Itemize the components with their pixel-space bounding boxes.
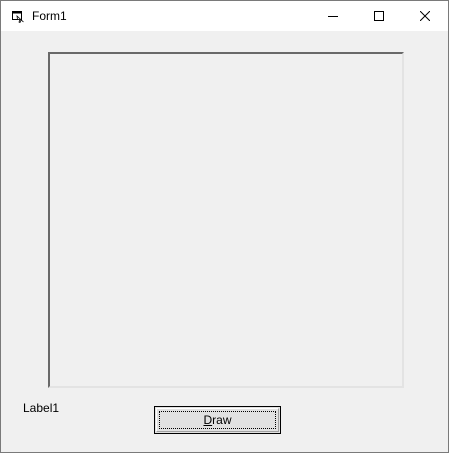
minimize-icon	[328, 16, 338, 17]
form1-window: Form1 Label1 Draw	[0, 0, 449, 453]
draw-button-label-rest: raw	[212, 413, 232, 427]
picture-box[interactable]	[48, 52, 404, 388]
maximize-icon	[374, 11, 384, 21]
label1: Label1	[23, 401, 60, 415]
close-button[interactable]	[402, 1, 448, 31]
close-icon	[420, 11, 430, 21]
minimize-button[interactable]	[310, 1, 356, 31]
draw-button[interactable]: Draw	[154, 406, 281, 434]
window-title: Form1	[32, 9, 67, 23]
maximize-button[interactable]	[356, 1, 402, 31]
draw-button-label: Draw	[203, 413, 231, 427]
draw-button-focus-rect: Draw	[159, 411, 276, 429]
draw-button-accelerator: D	[203, 413, 213, 427]
form-icon	[12, 11, 24, 23]
title-bar[interactable]: Form1	[1, 1, 448, 31]
